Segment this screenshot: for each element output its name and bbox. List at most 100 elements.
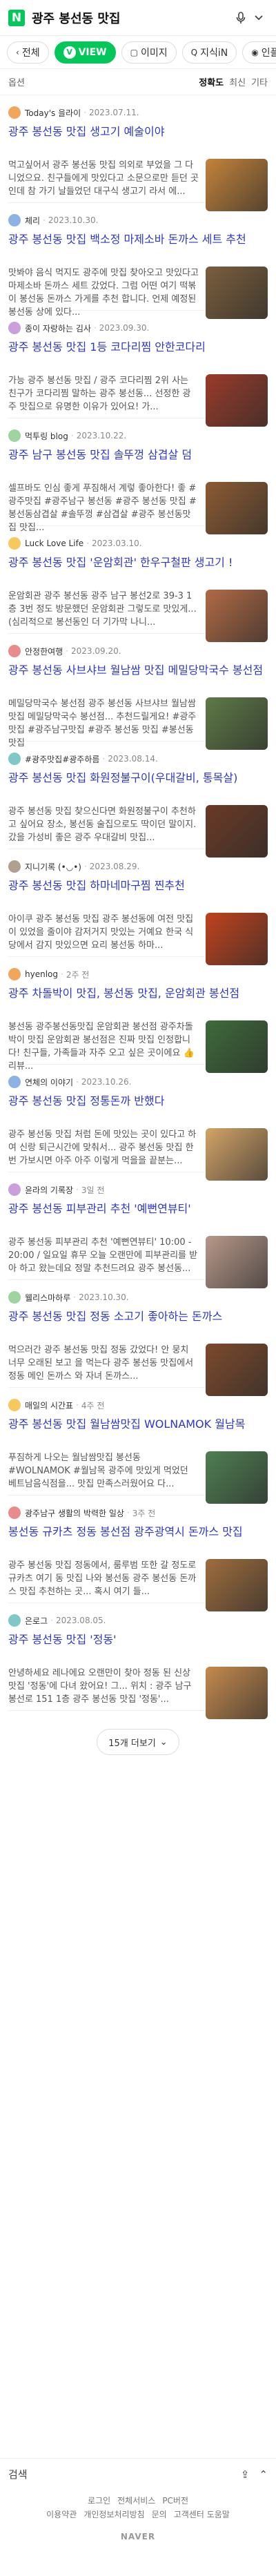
avatar[interactable] <box>8 106 21 119</box>
avatar[interactable] <box>8 537 21 550</box>
result-title[interactable]: 광주 봉선동 피부관리 추천 '예뻔연뷰티' <box>8 1201 268 1232</box>
footer-privacy[interactable]: 개인정보처리방침 <box>83 2508 144 2521</box>
footer-login[interactable]: 로그인 <box>88 2494 110 2508</box>
result-author[interactable]: 은로그 <box>25 1615 48 1627</box>
result-item[interactable]: 광주남구 생활의 박력한 일상 · 3주 전 봉선동 규카츠 정동 봉선점 광주… <box>8 1495 268 1611</box>
result-item[interactable]: 매일의 시간표 · 4주 전 광주 봉선동 맛집 월남쌈맛집 WOLNAMOK … <box>8 1388 268 1504</box>
result-title[interactable]: 봉선동 규카츠 정동 봉선점 광주광역시 돈까스 맛집 <box>8 1524 268 1555</box>
up-icon[interactable]: ⌃ <box>259 2468 268 2481</box>
sort-options: 정확도 최신 기타 <box>199 75 268 88</box>
footer-help[interactable]: 고객센터 도움말 <box>174 2508 230 2521</box>
result-item[interactable]: hyenlog · 2주 전 광주 차돌박이 맛집, 봉선동 맛집, 운암회관 … <box>8 957 268 1073</box>
result-item[interactable]: #광주맛집#광주하름 · 2023.08.14. 광주 봉선동 맛집 화원정불구… <box>8 742 268 858</box>
result-title[interactable]: 광주 봉선동 맛집 1등 코다리찜 안한코다리 <box>8 340 268 370</box>
result-author[interactable]: 체리 <box>25 215 40 226</box>
avatar[interactable] <box>8 1614 21 1627</box>
result-item[interactable]: 체리 · 2023.10.30. 광주 봉선동 맛집 백소정 마제소바 돈까스 … <box>8 203 268 319</box>
result-title[interactable]: 광주 봉선동 맛집 생고기 예술이야 <box>8 124 268 155</box>
avatar[interactable] <box>8 1076 21 1088</box>
result-author[interactable]: 윤라의 기록장 <box>25 1184 73 1196</box>
options-toggle[interactable]: 옵션 <box>8 75 199 88</box>
result-author[interactable]: 매일의 시간표 <box>25 1400 73 1411</box>
result-title[interactable]: 광주 봉선동 맛집 백소정 마제소바 돈까스 세트 추천 <box>8 232 268 262</box>
tab-all[interactable]: ‹ 전체 <box>7 41 49 64</box>
bottom-search[interactable]: 검색 <box>8 2467 241 2481</box>
result-title[interactable]: 광주 봉선동 맛집 정동 소고기 좋아하는 돈까스 <box>8 1309 268 1339</box>
result-author[interactable]: 안정한여행 <box>25 646 63 657</box>
share-icon[interactable]: ⇪ <box>241 2468 250 2481</box>
tab-view[interactable]: V VIEW <box>54 41 116 64</box>
result-item[interactable]: 안정한여행 · 2023.09.20. 광주 봉선동 사브샤브 월남쌈 맛집 메… <box>8 634 268 750</box>
avatar[interactable] <box>8 1183 21 1196</box>
result-date: 3주 전 <box>132 1508 156 1518</box>
tab-kin[interactable]: Q 지식iN <box>181 41 237 64</box>
result-item[interactable]: 먹투링 blog · 2023.10.22. 광주 남구 봉선동 맛집 솔뚜껑 … <box>8 418 268 534</box>
result-item[interactable]: 연체의 이야기 · 2023.10.26. 광주 봉선동 맛집 정통돈까 반했다… <box>8 1065 268 1181</box>
result-author[interactable]: hyenlog <box>25 969 58 979</box>
result-title[interactable]: 광주 봉선동 맛집 '정동' <box>8 1632 268 1663</box>
result-title[interactable]: 광주 봉선동 맛집 화원정불구이(우대갈비, 통목살) <box>8 771 268 801</box>
result-author[interactable]: 지니기록 (•◡•) <box>25 861 81 873</box>
result-author[interactable]: 연체의 이야기 <box>25 1076 73 1088</box>
result-date: 2023.10.26. <box>81 1077 132 1087</box>
result-item[interactable]: Today's 을라이 · 2023.07.11. 광주 봉선동 맛집 생고기 … <box>8 95 268 211</box>
result-author[interactable]: #광주맛집#광주하름 <box>25 753 99 765</box>
result-item[interactable]: 웰리스마하루 · 2023.10.30. 광주 봉선동 맛집 정동 소고기 좋아… <box>8 1280 268 1396</box>
result-title[interactable]: 광주 봉선동 맛집 '운암회관' 한우구철판 생고기 ! <box>8 555 268 585</box>
footer-all-services[interactable]: 전체서비스 <box>117 2494 155 2508</box>
tab-influencer[interactable]: ◉ 인플 <box>242 41 276 64</box>
result-item[interactable]: Luck Love Life · 2023.03.10. 광주 봉선동 맛집 '… <box>8 526 268 642</box>
naver-logo[interactable]: N <box>8 9 25 26</box>
search-header: N 광주 봉선동 맛집 <box>0 0 276 36</box>
result-snippet[interactable]: 안녕하세요 레나에요 오랜만이 찾아 정동 된 신상 맛집 '정동'에 다녀 왔… <box>8 1667 206 1719</box>
avatar[interactable] <box>8 214 21 226</box>
result-meta: 안정한여행 · 2023.09.20. <box>8 645 268 657</box>
avatar[interactable] <box>8 753 21 765</box>
result-thumbnail[interactable] <box>206 1667 268 1719</box>
avatar[interactable] <box>8 1399 21 1411</box>
result-title[interactable]: 광주 차돌박이 맛집, 봉선동 맛집, 운암회관 봉선점 <box>8 986 268 1016</box>
result-date: 2023.10.22. <box>76 431 127 440</box>
sort-latest[interactable]: 최신 <box>229 75 246 88</box>
avatar[interactable] <box>8 1291 21 1304</box>
footer-terms[interactable]: 이용약관 <box>46 2508 77 2521</box>
result-author[interactable]: Today's 을라이 <box>25 107 81 119</box>
load-more-button[interactable]: 15개 더보기 ⌄ <box>97 1729 179 1755</box>
image-icon: ▢ <box>130 47 138 57</box>
chevron-down-icon[interactable] <box>250 9 268 27</box>
avatar[interactable] <box>8 322 21 334</box>
result-title[interactable]: 광주 봉선동 맛집 월남쌈맛집 WOLNAMOK 월남목 <box>8 1417 268 1447</box>
microphone-icon[interactable] <box>232 9 250 27</box>
result-title[interactable]: 광주 남구 봉선동 맛집 솔뚜껑 삼겹살 덤 <box>8 447 268 478</box>
result-item[interactable]: 은로그 · 2023.08.05. 광주 봉선동 맛집 '정동' 안녕하세요 레… <box>8 1603 268 1719</box>
meta-separator: · <box>102 754 106 764</box>
result-author[interactable]: 광주남구 생활의 박력한 일상 <box>25 1507 124 1519</box>
result-item[interactable]: 윤라의 기록장 · 3일 전 광주 봉선동 피부관리 추천 '예뻔연뷰티' 광주… <box>8 1172 268 1288</box>
result-date: 2주 전 <box>66 969 90 980</box>
result-author[interactable]: 웰리스마하루 <box>25 1292 70 1304</box>
sort-more[interactable]: 기타 <box>251 75 268 88</box>
result-author[interactable]: Luck Love Life <box>25 539 83 548</box>
result-meta: hyenlog · 2주 전 <box>8 968 268 980</box>
footer-pc-version[interactable]: PC버전 <box>162 2494 188 2508</box>
result-item[interactable]: 종이 자랑하는 김사 · 2023.09.30. 광주 봉선동 맛집 1등 코다… <box>8 311 268 427</box>
result-date: 2023.03.10. <box>92 539 142 548</box>
result-title[interactable]: 광주 봉선동 사브샤브 월남쌈 맛집 메밀당막국수 봉선점 <box>8 663 268 693</box>
avatar[interactable] <box>8 645 21 657</box>
result-title[interactable]: 광주 봉선동 맛집 하마네마구찜 찐추천 <box>8 878 268 909</box>
result-author[interactable]: 먹투링 blog <box>25 430 68 442</box>
result-author[interactable]: 종이 자랑하는 김사 <box>25 322 91 334</box>
sort-accuracy[interactable]: 정확도 <box>199 75 224 88</box>
meta-separator: · <box>76 1185 79 1194</box>
tab-images[interactable]: ▢ 이미지 <box>121 41 177 64</box>
avatar[interactable] <box>8 1507 21 1519</box>
result-date: 2023.07.11. <box>89 108 139 117</box>
avatar[interactable] <box>8 968 21 980</box>
result-title[interactable]: 광주 봉선동 맛집 정통돈까 반했다 <box>8 1094 268 1124</box>
result-item[interactable]: 지니기록 (•◡•) · 2023.08.29. 광주 봉선동 맛집 하마네마구… <box>8 849 268 965</box>
avatar[interactable] <box>8 429 21 442</box>
avatar[interactable] <box>8 860 21 873</box>
bottom-nav: 검색 ⇪ ⌃ <box>0 2458 276 2490</box>
search-query[interactable]: 광주 봉선동 맛집 <box>32 9 232 27</box>
footer-contact[interactable]: 문의 <box>152 2508 167 2521</box>
